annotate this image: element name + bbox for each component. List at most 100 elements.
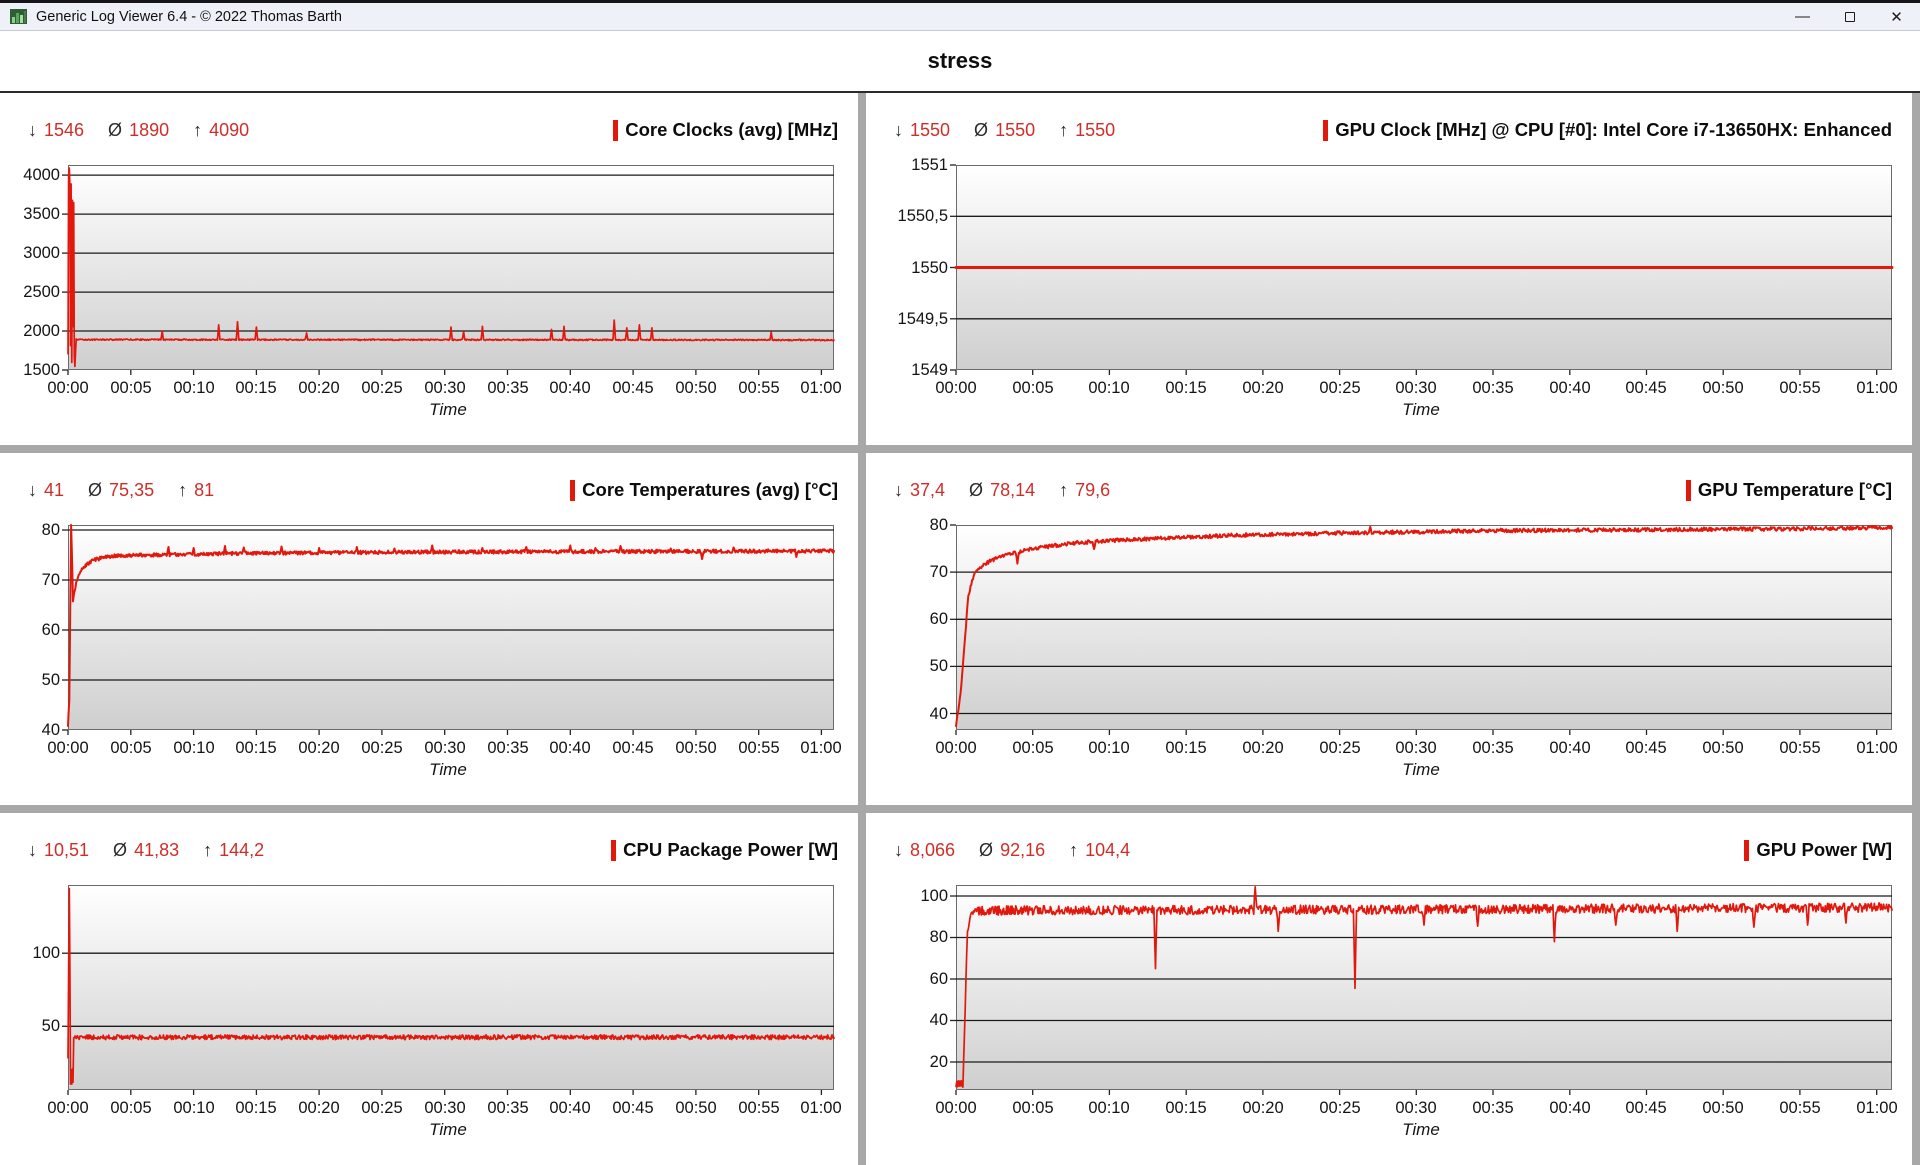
x-tick-label: 00:45 (612, 1099, 653, 1118)
plot-core-temperatures[interactable]: 8070605040 00:0000:0500:1000:1500:2000:2… (0, 525, 858, 784)
x-axis: 00:0000:0500:1000:1500:2000:2500:3000:35… (62, 1096, 834, 1120)
y-tick-label: 3000 (23, 243, 60, 263)
x-axis-title: Time (950, 1120, 1892, 1144)
x-tick-label: 00:10 (173, 1099, 214, 1118)
x-tick-label: 00:10 (1088, 739, 1129, 758)
y-tick-label: 80 (930, 927, 948, 947)
x-tick-label: 00:55 (1779, 379, 1820, 398)
x-tick-label: 01:00 (800, 1099, 841, 1118)
stat-avg-value: 78,14 (990, 480, 1035, 501)
x-tick-label: 00:25 (1319, 739, 1360, 758)
avg-icon: Ø (88, 480, 102, 501)
stat-max-value: 104,4 (1085, 840, 1130, 861)
plot-gpu-temperature[interactable]: 8070605040 00:0000:0500:1000:1500:2000:2… (866, 525, 1912, 784)
series-color-marker-icon (570, 480, 575, 501)
x-tick-label: 00:10 (173, 739, 214, 758)
plot-canvas[interactable] (62, 525, 834, 736)
x-tick-label: 00:40 (549, 739, 590, 758)
max-arrow-icon: ↑ (178, 480, 187, 501)
chart-title-text: Core Clocks (avg) [MHz] (625, 119, 838, 141)
plot-cpu-package-power[interactable]: 10050 00:0000:0500:1000:1500:2000:2500:3… (0, 885, 858, 1144)
chart-stats: ↓8,066 Ø92,16 ↑104,4 (894, 840, 1154, 861)
x-tick-label: 00:15 (235, 739, 276, 758)
chart-panel-gpu-clock: ↓1550 Ø1550 ↑1550 GPU Clock [MHz] @ CPU … (866, 93, 1912, 445)
maximize-icon (1845, 12, 1855, 22)
avg-icon: Ø (979, 840, 993, 861)
x-tick-label: 00:35 (487, 739, 528, 758)
x-tick-label: 00:50 (675, 1099, 716, 1118)
window-controls: — ✕ (1779, 3, 1920, 30)
x-tick-label: 00:10 (1088, 379, 1129, 398)
chart-panel-core-clocks: ↓1546 Ø1890 ↑4090 Core Clocks (avg) [MHz… (0, 93, 858, 445)
x-tick-label: 00:15 (235, 1099, 276, 1118)
y-tick-label: 1550,5 (898, 206, 948, 226)
x-tick-label: 00:35 (487, 379, 528, 398)
plot-core-clocks[interactable]: 400035003000250020001500 00:0000:0500:10… (0, 165, 858, 424)
stat-min-value: 1550 (910, 120, 950, 141)
y-tick-label: 2000 (23, 321, 60, 341)
x-tick-label: 00:55 (738, 379, 779, 398)
x-tick-label: 01:00 (1856, 1099, 1897, 1118)
max-arrow-icon: ↑ (1059, 120, 1068, 141)
plot-canvas[interactable] (950, 525, 1892, 736)
y-tick-label: 50 (42, 670, 60, 690)
x-tick-label: 00:00 (47, 1099, 88, 1118)
x-tick-label: 00:40 (1549, 1099, 1590, 1118)
plot-gpu-clock[interactable]: 15511550,515501549,51549 00:0000:0500:10… (866, 165, 1912, 424)
chart-title-text: GPU Clock [MHz] @ CPU [#0]: Intel Core i… (1335, 119, 1892, 141)
x-tick-label: 00:15 (1165, 1099, 1206, 1118)
chart-header: ↓41 Ø75,35 ↑81 Core Temperatures (avg) [… (0, 453, 858, 505)
close-button[interactable]: ✕ (1873, 3, 1920, 30)
chart-stats: ↓10,51 Ø41,83 ↑144,2 (28, 840, 288, 861)
series-color-marker-icon (1744, 840, 1749, 861)
x-tick-label: 00:30 (1395, 739, 1436, 758)
y-tick-label: 60 (930, 609, 948, 629)
plot-canvas[interactable] (62, 165, 834, 376)
x-tick-label: 00:10 (173, 379, 214, 398)
y-tick-label: 70 (930, 562, 948, 582)
chart-stats: ↓1550 Ø1550 ↑1550 (894, 120, 1139, 141)
x-tick-label: 01:00 (800, 379, 841, 398)
plot-gpu-power[interactable]: 10080604020 00:0000:0500:1000:1500:2000:… (866, 885, 1912, 1144)
x-tick-label: 00:00 (47, 379, 88, 398)
stat-min-value: 37,4 (910, 480, 945, 501)
chart-title-text: GPU Temperature [°C] (1698, 479, 1892, 501)
window-titlebar[interactable]: Generic Log Viewer 6.4 - © 2022 Thomas B… (0, 0, 1920, 31)
stat-avg-value: 1890 (129, 120, 169, 141)
x-tick-label: 00:25 (1319, 379, 1360, 398)
chart-header: ↓1550 Ø1550 ↑1550 GPU Clock [MHz] @ CPU … (866, 93, 1912, 145)
x-axis-title: Time (950, 760, 1892, 784)
x-tick-label: 00:25 (361, 739, 402, 758)
x-tick-label: 00:45 (612, 379, 653, 398)
chart-stats: ↓1546 Ø1890 ↑4090 (28, 120, 273, 141)
chart-header: ↓10,51 Ø41,83 ↑144,2 CPU Package Power [… (0, 813, 858, 865)
y-tick-label: 50 (930, 656, 948, 676)
maximize-button[interactable] (1826, 3, 1873, 30)
y-tick-label: 1549,5 (898, 309, 948, 329)
x-tick-label: 00:50 (675, 739, 716, 758)
min-arrow-icon: ↓ (28, 480, 37, 501)
close-icon: ✕ (1890, 8, 1903, 26)
x-tick-label: 00:45 (1625, 1099, 1666, 1118)
chart-grid: ↓1546 Ø1890 ↑4090 Core Clocks (avg) [MHz… (0, 93, 1920, 1165)
chart-title-text: Core Temperatures (avg) [°C] (582, 479, 838, 501)
x-tick-label: 00:50 (1702, 379, 1743, 398)
stat-max-value: 81 (194, 480, 214, 501)
plot-canvas[interactable] (950, 885, 1892, 1096)
y-tick-label: 60 (930, 969, 948, 989)
x-tick-label: 00:50 (675, 379, 716, 398)
plot-canvas[interactable] (950, 165, 1892, 376)
minimize-button[interactable]: — (1779, 3, 1826, 30)
x-tick-label: 00:50 (1702, 1099, 1743, 1118)
stat-max-value: 79,6 (1075, 480, 1110, 501)
x-axis-title: Time (62, 1120, 834, 1144)
plot-canvas[interactable] (62, 885, 834, 1096)
min-arrow-icon: ↓ (28, 120, 37, 141)
x-tick-label: 00:05 (1012, 379, 1053, 398)
x-axis: 00:0000:0500:1000:1500:2000:2500:3000:35… (950, 736, 1892, 760)
avg-icon: Ø (974, 120, 988, 141)
min-arrow-icon: ↓ (894, 120, 903, 141)
avg-icon: Ø (113, 840, 127, 861)
x-axis: 00:0000:0500:1000:1500:2000:2500:3000:35… (950, 376, 1892, 400)
x-tick-label: 00:30 (424, 379, 465, 398)
